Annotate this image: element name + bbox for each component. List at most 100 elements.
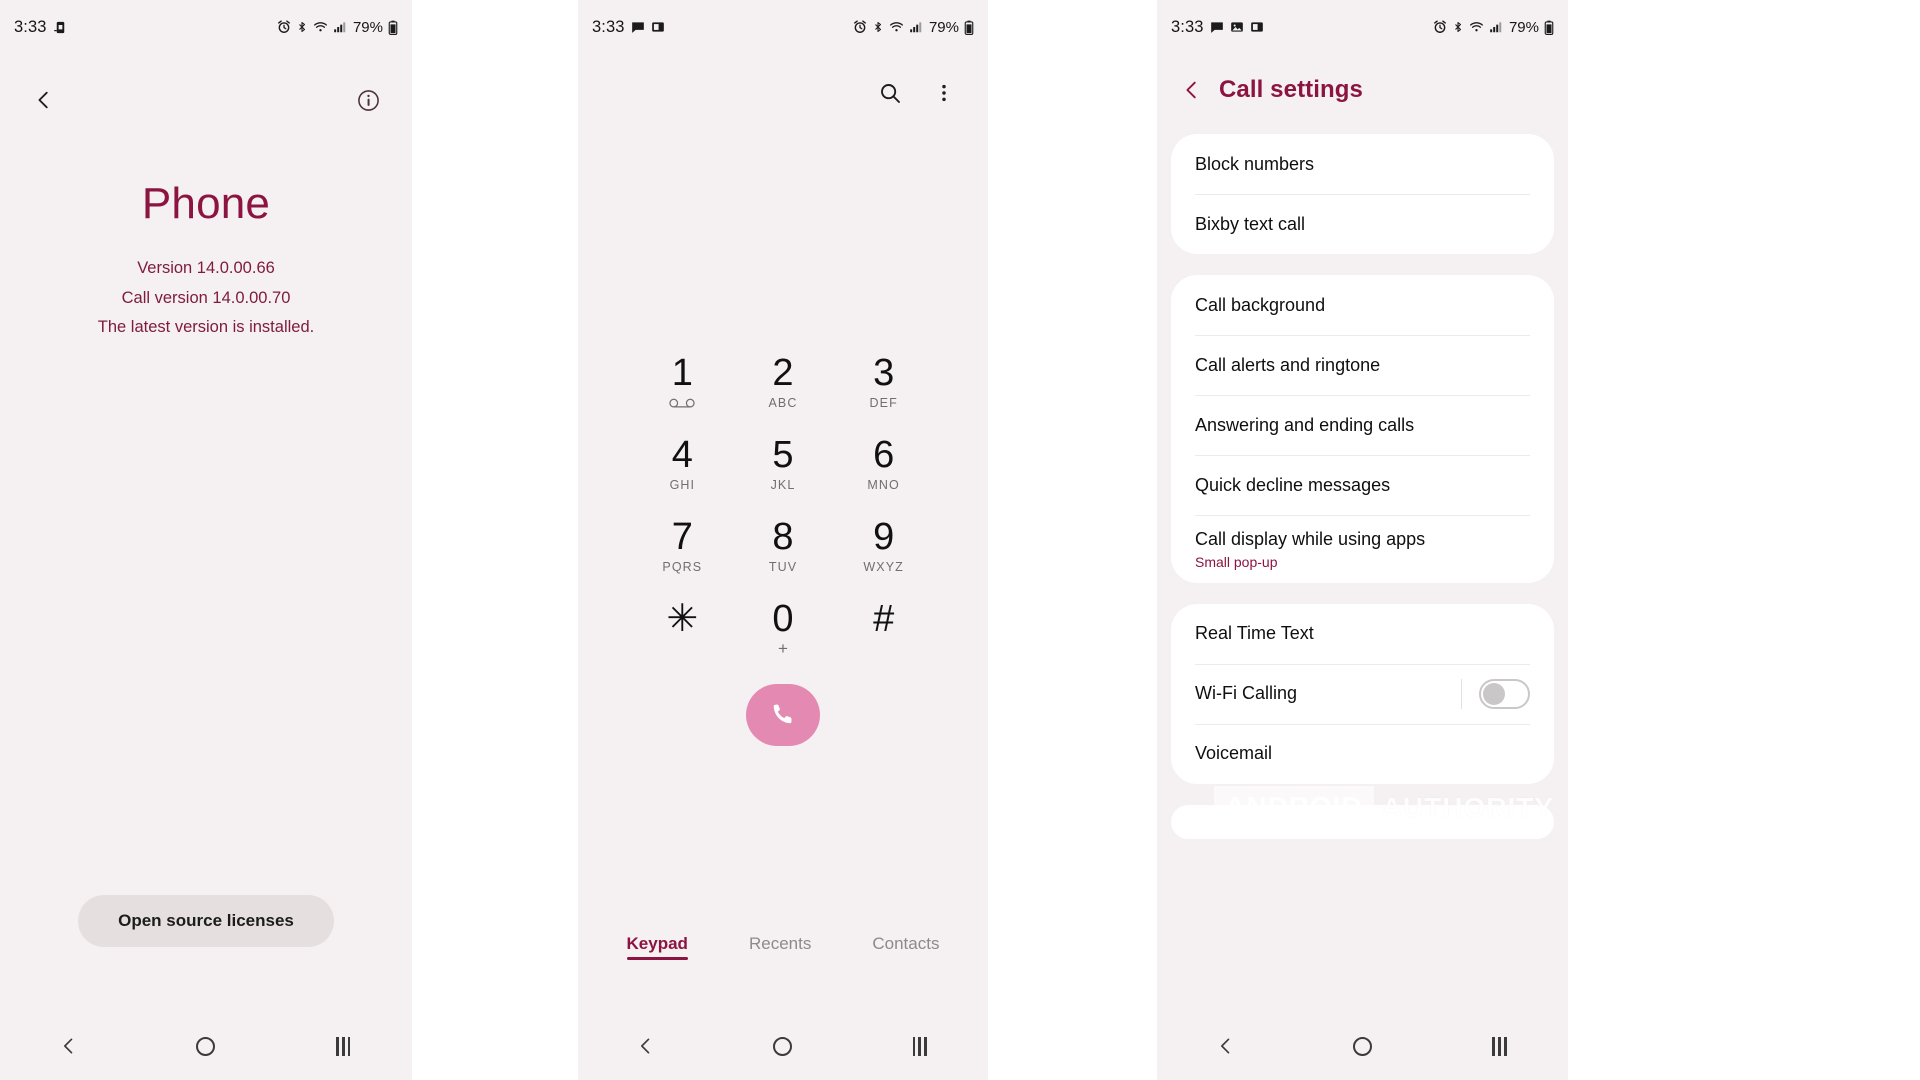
nav-home-icon[interactable] bbox=[1333, 1024, 1393, 1068]
screenshot-collage: 3:33 79% Phone Version 14.0.00.66 Call v… bbox=[0, 0, 1920, 1080]
back-arrow-icon[interactable] bbox=[1179, 77, 1205, 103]
back-arrow-icon[interactable] bbox=[22, 78, 66, 122]
list-item[interactable]: Real Time Text bbox=[1171, 604, 1554, 664]
nav-home-icon[interactable] bbox=[753, 1024, 813, 1068]
sim-card-icon bbox=[53, 20, 68, 35]
dialpad-digit: 3 bbox=[873, 352, 895, 394]
battery-icon bbox=[1544, 20, 1554, 35]
signal-icon bbox=[909, 20, 923, 34]
status-bar-left: 3:33 bbox=[14, 18, 68, 37]
alarm-icon bbox=[277, 20, 291, 34]
dialpad-digit: 5 bbox=[772, 434, 794, 476]
dialpad-key-star[interactable]: ✳ bbox=[632, 598, 733, 662]
info-circle-icon[interactable] bbox=[346, 78, 390, 122]
list-item-label: Call alerts and ringtone bbox=[1195, 354, 1381, 375]
status-bar-settings: 3:33 79% bbox=[1157, 0, 1568, 54]
status-bar-keypad-right: 79% bbox=[853, 19, 974, 36]
call-button[interactable] bbox=[746, 684, 820, 746]
dialpad-key[interactable]: 2 ABC bbox=[733, 352, 834, 416]
keypad-tab-bar: Keypad Recents Contacts bbox=[578, 934, 988, 960]
search-icon[interactable] bbox=[868, 71, 912, 115]
list-item[interactable]: Call display while using apps Small pop-… bbox=[1171, 515, 1554, 583]
screenshot-icon bbox=[1250, 20, 1264, 34]
battery-percent-label: 79% bbox=[928, 18, 959, 36]
dialpad-key[interactable]: 6 MNO bbox=[833, 434, 934, 498]
dialpad-key[interactable]: 7 PQRS bbox=[632, 516, 733, 580]
dialpad-digit: ✳ bbox=[666, 598, 699, 640]
call-settings-screen: 3:33 79% Call settings Block numbers Bix… bbox=[1157, 0, 1568, 1080]
dialpad-letters: MNO bbox=[867, 478, 900, 492]
dialpad-key[interactable]: 4 GHI bbox=[632, 434, 733, 498]
status-bar-keypad-clock: 3:33 bbox=[592, 17, 625, 36]
dialpad-letters: TUV bbox=[768, 560, 798, 574]
dialpad-digit: 7 bbox=[671, 516, 693, 558]
list-item-label: Call background bbox=[1195, 294, 1326, 315]
list-item[interactable]: Call alerts and ringtone bbox=[1171, 335, 1554, 395]
phone-about-screen: 3:33 79% Phone Version 14.0.00.66 Call v… bbox=[0, 0, 412, 1080]
tab-keypad[interactable]: Keypad bbox=[626, 934, 689, 960]
settings-list: Block numbers Bixby text call Call backg… bbox=[1157, 134, 1568, 1080]
signal-icon bbox=[333, 20, 347, 34]
wifi-calling-toggle[interactable] bbox=[1479, 678, 1530, 709]
navigation-bar bbox=[578, 1012, 988, 1080]
list-item-text: Voicemail bbox=[1195, 742, 1530, 765]
list-item[interactable]: Call background bbox=[1171, 275, 1554, 335]
voicemail-icon bbox=[668, 398, 696, 409]
nav-home-icon[interactable] bbox=[176, 1024, 236, 1068]
about-top-bar bbox=[0, 54, 412, 146]
dialpad-key[interactable]: 9 WXYZ bbox=[833, 516, 934, 580]
dialpad-key-hash[interactable]: # bbox=[833, 598, 934, 662]
dialpad-digit: 2 bbox=[772, 352, 794, 394]
dialpad-key[interactable]: 0 + bbox=[733, 598, 834, 662]
list-item[interactable]: Quick decline messages bbox=[1171, 455, 1554, 515]
nav-recents-icon[interactable] bbox=[1470, 1024, 1530, 1068]
dialpad-key[interactable]: 3 DEF bbox=[833, 352, 934, 416]
list-item[interactable]: Block numbers bbox=[1171, 134, 1554, 194]
dialpad-letters: GHI bbox=[669, 478, 696, 492]
battery-icon bbox=[964, 20, 974, 35]
more-vertical-icon[interactable] bbox=[922, 71, 966, 115]
status-bar-keypad-left: 3:33 bbox=[592, 18, 665, 37]
list-item[interactable]: Bixby text call bbox=[1171, 194, 1554, 254]
nav-back-icon[interactable] bbox=[1196, 1024, 1256, 1068]
alarm-icon bbox=[1433, 20, 1447, 34]
nav-back-icon[interactable] bbox=[616, 1024, 676, 1068]
wifi-icon bbox=[313, 20, 328, 34]
update-status-label: The latest version is installed. bbox=[97, 318, 315, 337]
list-item[interactable]: Voicemail bbox=[1171, 723, 1554, 784]
nav-recents-icon[interactable] bbox=[313, 1024, 373, 1068]
bluetooth-icon bbox=[1452, 20, 1464, 34]
phone-call-icon bbox=[770, 701, 796, 730]
bluetooth-icon bbox=[872, 20, 884, 34]
list-item[interactable]: Answering and ending calls bbox=[1171, 395, 1554, 455]
dialpad-key[interactable]: 5 JKL bbox=[733, 434, 834, 498]
nav-recents-icon[interactable] bbox=[890, 1024, 950, 1068]
nav-back-icon[interactable] bbox=[39, 1024, 99, 1068]
list-item-text: Answering and ending calls bbox=[1195, 414, 1530, 437]
list-item-text: Wi-Fi Calling bbox=[1195, 682, 1461, 705]
dialpad-key[interactable]: 1 bbox=[632, 352, 733, 416]
list-item-text: Block numbers bbox=[1195, 153, 1530, 176]
tab-contacts[interactable]: Contacts bbox=[872, 934, 939, 960]
tab-recents[interactable]: Recents bbox=[749, 934, 811, 960]
settings-group: Real Time Text Wi-Fi Calling Voicemail bbox=[1171, 603, 1554, 784]
status-bar-settings-left: 3:33 bbox=[1171, 18, 1264, 37]
dialpad-digit: 6 bbox=[873, 434, 895, 476]
dialpad-key[interactable]: 8 TUV bbox=[733, 516, 834, 580]
app-version-label: Version 14.0.00.66 bbox=[137, 259, 275, 278]
screenshot-icon bbox=[651, 20, 665, 34]
list-item-sublabel: Small pop-up bbox=[1195, 553, 1278, 570]
open-source-licenses-button[interactable]: Open source licenses bbox=[78, 895, 334, 947]
battery-icon bbox=[388, 20, 398, 35]
image-icon bbox=[1230, 20, 1244, 34]
message-icon bbox=[631, 20, 645, 34]
list-item-text: Bixby text call bbox=[1195, 213, 1530, 236]
call-version-label: Call version 14.0.00.70 bbox=[121, 288, 291, 307]
list-item-label: Voicemail bbox=[1195, 743, 1273, 764]
list-item-label: Quick decline messages bbox=[1195, 474, 1391, 495]
battery-percent-label: 79% bbox=[1508, 18, 1539, 36]
dialpad-digit: 0 bbox=[772, 598, 794, 640]
status-bar-clock: 3:33 bbox=[14, 17, 47, 36]
navigation-bar bbox=[1157, 1012, 1568, 1080]
list-item[interactable]: Wi-Fi Calling bbox=[1171, 663, 1554, 724]
